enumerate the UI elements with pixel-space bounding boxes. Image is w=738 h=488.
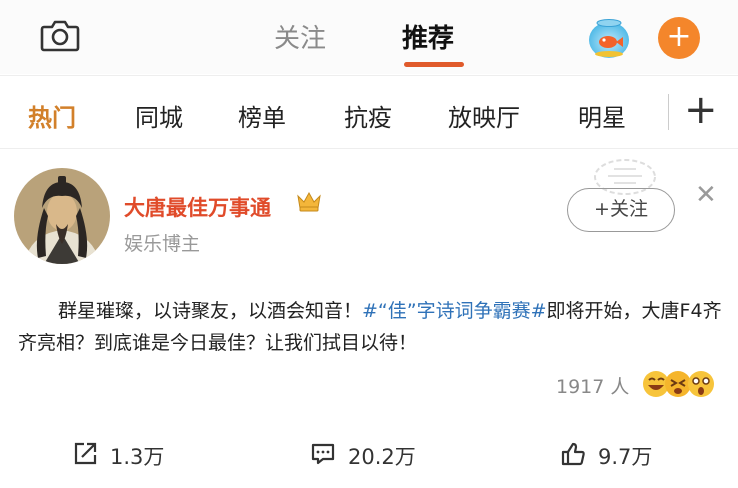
follow-button[interactable]: +关注	[567, 188, 675, 232]
post-text-before: 群星璀璨，以诗聚友，以酒会知音！	[58, 300, 363, 322]
active-tab-indicator	[404, 62, 464, 67]
channel-local[interactable]: 同城	[135, 98, 183, 133]
post-text: 群星璀璨，以诗聚友，以酒会知音！#“佳”字诗词争霸赛#即将开始，大唐F4齐齐亮相…	[18, 295, 730, 359]
share-icon	[74, 442, 97, 465]
viewer-count: 1917 人	[556, 376, 630, 398]
comment-count: 20.2万	[348, 445, 416, 469]
reaction-emojis-icon	[643, 371, 714, 397]
author-tag: 娱乐博主	[124, 233, 201, 255]
channel-divider	[668, 94, 669, 130]
camera-icon[interactable]	[40, 18, 80, 52]
share-count: 1.3万	[110, 445, 165, 469]
channel-stars[interactable]: 明星	[578, 98, 626, 133]
author-name[interactable]: 大唐最佳万事通	[124, 192, 271, 222]
close-icon[interactable]: ✕	[695, 180, 717, 210]
channel-theater[interactable]: 放映厅	[448, 98, 520, 133]
crown-icon	[297, 191, 321, 212]
avatar[interactable]	[14, 168, 110, 264]
channel-rank[interactable]: 榜单	[238, 98, 286, 133]
hashtag-link[interactable]: #“佳”字诗词争霸赛#	[362, 300, 547, 322]
like-count: 9.7万	[598, 445, 653, 469]
channel-bar: 热门 同城 榜单 抗疫 放映厅 明星 +	[0, 75, 738, 149]
tab-follow[interactable]: 关注	[274, 18, 326, 55]
thumbs-up-icon	[561, 442, 585, 466]
fishbowl-icon[interactable]	[586, 14, 632, 60]
top-bar: 关注 推荐 +	[0, 0, 738, 74]
plus-icon[interactable]: +	[658, 17, 700, 59]
add-channel-button[interactable]: +	[684, 88, 718, 132]
channel-epidemic[interactable]: 抗疫	[344, 98, 392, 133]
post-card: 大唐最佳万事通 娱乐博主 +关注 ✕ 群星璀璨，以诗聚友，以酒会知音！#“佳”字…	[0, 150, 738, 488]
tab-recommend[interactable]: 推荐	[402, 18, 454, 55]
action-bar: 1.3万 20.2万 9.7万	[0, 433, 738, 475]
comment-icon	[311, 443, 335, 465]
channel-hot[interactable]: 热门	[28, 98, 76, 133]
